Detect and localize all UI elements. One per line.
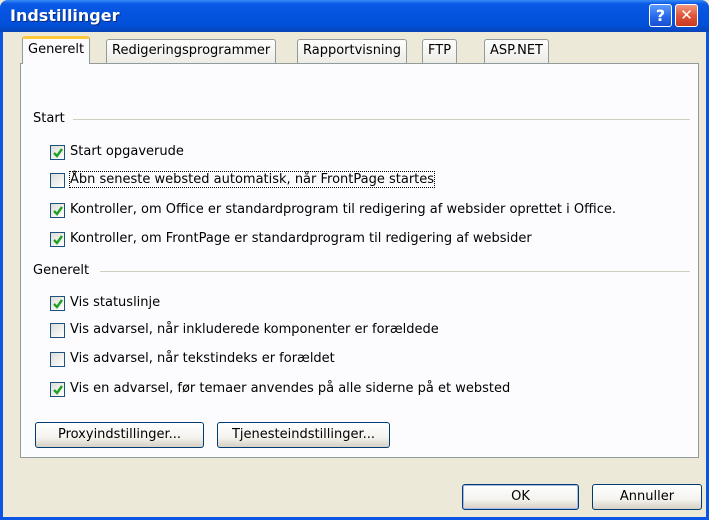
tab-label: Generelt: [28, 42, 85, 57]
checkbox[interactable]: [50, 352, 65, 367]
checkbox[interactable]: [50, 296, 65, 311]
checkmark-icon: [53, 148, 63, 158]
ok-button[interactable]: OK: [462, 484, 579, 510]
checkbox[interactable]: [50, 203, 65, 218]
checkmark-icon: [53, 206, 63, 216]
checkbox[interactable]: [50, 173, 65, 188]
tab-redigeringsprogrammer[interactable]: Redigeringsprogrammer: [106, 39, 277, 63]
tab-panel: [20, 63, 699, 458]
service-settings-button[interactable]: Tjenesteindstillinger...: [217, 422, 390, 448]
checkbox[interactable]: [50, 145, 65, 160]
checkmark-icon: [53, 235, 63, 245]
checkbox[interactable]: [50, 382, 65, 397]
tab-label: Redigeringsprogrammer: [112, 43, 271, 58]
help-button[interactable]: ?: [649, 4, 672, 27]
checkbox[interactable]: [50, 232, 65, 247]
tab-label: Rapportvisning: [303, 43, 402, 58]
group-divider: [100, 271, 690, 272]
checkmark-icon: [53, 299, 63, 309]
checkbox-label: Vis en advarsel, før temaer anvendes på …: [70, 381, 511, 396]
checkbox-label: Vis advarsel, når tekstindeks er forælde…: [70, 351, 335, 366]
group-divider: [73, 119, 690, 120]
checkbox-label: Kontroller, om Office er standardprogram…: [70, 202, 616, 217]
cancel-button[interactable]: Annuller: [592, 484, 702, 510]
tab-rapportvisning[interactable]: Rapportvisning: [297, 39, 408, 63]
checkbox-label: Vis advarsel, når inkluderede komponente…: [70, 322, 439, 337]
group-label-start: Start: [33, 111, 65, 126]
tab-label: ASP.NET: [490, 43, 543, 58]
tab-aspnet[interactable]: ASP.NET: [484, 39, 549, 63]
checkbox-label: Åbn seneste websted automatisk, når Fron…: [68, 171, 436, 188]
dialog-window: Indstillinger ? ✕ Generelt Redigeringspr…: [0, 0, 709, 520]
checkmark-icon: [53, 385, 63, 395]
tab-generelt[interactable]: Generelt: [22, 36, 91, 64]
checkbox-label: Start opgaverude: [70, 144, 184, 159]
checkbox-label: Kontroller, om FrontPage er standardprog…: [70, 231, 532, 246]
title-bar[interactable]: Indstillinger ? ✕: [0, 0, 709, 32]
window-title: Indstillinger: [10, 6, 120, 25]
checkbox[interactable]: [50, 323, 65, 338]
checkbox-label: Vis statuslinje: [70, 295, 161, 310]
question-icon: ?: [655, 6, 666, 25]
group-label-generelt: Generelt: [33, 263, 90, 278]
tab-label: FTP: [428, 43, 452, 58]
tab-ftp[interactable]: FTP: [422, 39, 458, 63]
proxy-settings-button[interactable]: Proxyindstillinger...: [35, 422, 204, 448]
close-button[interactable]: ✕: [675, 4, 698, 27]
close-icon: ✕: [680, 6, 693, 24]
